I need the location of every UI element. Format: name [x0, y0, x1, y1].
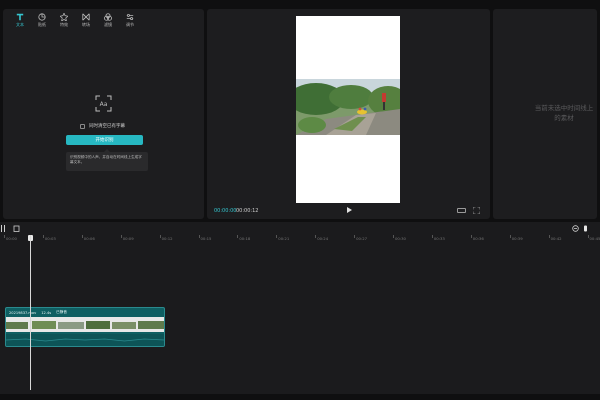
player-panel: 00:00:00 00:00:12	[207, 9, 490, 219]
ruler-tick	[237, 235, 239, 238]
ruler-tick-label: 00:03	[44, 236, 56, 241]
properties-panel: 当前未选中时间线上的素材	[493, 9, 597, 219]
transition-icon	[82, 13, 90, 20]
video-preview-image	[296, 79, 400, 135]
video-frame	[296, 79, 400, 135]
filter-icon	[104, 12, 112, 21]
tool-transition[interactable]: 转场	[75, 9, 97, 31]
split-icon[interactable]	[0, 225, 7, 232]
ruler-tick-label: 00:09	[122, 236, 134, 241]
sticker-icon	[38, 12, 46, 21]
media-toolbar: 文本 贴纸 特效 转场 滤镜 调节	[3, 9, 141, 31]
playhead[interactable]	[30, 235, 31, 390]
adjust-icon	[126, 13, 134, 20]
video-clip[interactable]: 20219837.mov 12.4s 已静音	[5, 307, 165, 347]
time-ruler[interactable]: 00:00 00:03 00:06 00:09 00:12 00:15 00:18 00:21…	[0, 235, 600, 245]
tool-effects[interactable]: 特效	[53, 9, 75, 31]
timeline: 00:00 00:03 00:06 00:09 00:12 00:15 00:18 00:21…	[0, 222, 600, 394]
aspect-ratio-button[interactable]	[457, 208, 466, 213]
ruler-tick-label: 00:33	[433, 236, 445, 241]
zoom-slider-handle[interactable]	[582, 225, 589, 232]
ruler-tick	[159, 235, 161, 238]
ruler-tick-label: 00:27	[356, 236, 368, 241]
tool-sticker[interactable]: 贴纸	[31, 9, 53, 31]
clip-duration: 12.4s	[41, 310, 52, 315]
start-recognition-button[interactable]: 开始识别	[66, 135, 143, 145]
ruler-tick-label: 00:39	[511, 236, 523, 241]
ruler-tick	[587, 235, 589, 238]
ruler-tick	[470, 235, 472, 238]
effects-icon	[60, 12, 68, 21]
ruler-tick-label: 00:30	[395, 236, 406, 241]
ruler-tick-label: 00:42	[550, 236, 562, 241]
text-icon	[16, 13, 24, 20]
ruler-tick	[431, 235, 433, 238]
ruler-tick	[509, 235, 511, 238]
no-selection-message: 当前未选中时间线上的素材	[534, 104, 594, 122]
clear-existing-captions-option[interactable]: 同时清空已有字幕	[80, 123, 125, 129]
ruler-tick	[120, 235, 122, 238]
clear-captions-checkbox[interactable]	[80, 123, 85, 129]
ruler-tick-label: 00:24	[317, 236, 329, 241]
ruler-tick	[354, 235, 356, 238]
ruler-tick-label: 00:45	[589, 236, 600, 241]
ruler-tick	[4, 235, 5, 238]
svg-text:Aa: Aa	[100, 101, 108, 108]
ruler-tick	[198, 235, 200, 238]
play-icon[interactable]	[345, 206, 353, 214]
ruler-tick	[81, 235, 83, 238]
ruler-tick-label: 00:15	[200, 236, 212, 241]
auto-caption-icon: Aa	[95, 95, 112, 112]
clip-mute-status: 已静音	[56, 310, 67, 314]
tool-text[interactable]: 文本	[9, 9, 31, 31]
ruler-tick-label: 00:06	[83, 236, 95, 241]
ruler-tick-label: 00:12	[161, 236, 173, 241]
ruler-tick-label: 00:36	[472, 236, 484, 241]
ruler-tick	[393, 235, 394, 238]
total-time: 00:00:12	[236, 208, 259, 214]
preview-canvas[interactable]	[296, 16, 400, 203]
clip-name: 20219837.mov	[9, 310, 37, 315]
delete-icon[interactable]	[13, 225, 20, 232]
left-panel: 文本 贴纸 特效 转场 滤镜 调节 Aa 同时清空已有字幕 开始识别 识别视频中…	[3, 9, 204, 219]
tool-adjust[interactable]: 调节	[119, 9, 141, 31]
fullscreen-icon[interactable]	[473, 207, 480, 214]
ruler-tick	[276, 235, 278, 238]
zoom-out-icon[interactable]	[572, 225, 579, 232]
ruler-tick-label: 00:00	[6, 236, 17, 241]
ruler-tick-label: 00:21	[278, 236, 290, 241]
current-time: 00:00:00	[214, 208, 237, 214]
tool-filter[interactable]: 滤镜	[97, 9, 119, 31]
ruler-tick-label: 00:18	[239, 236, 251, 241]
recognition-tip: 识别视频中的人声，并自动在时间线上生成字幕文本。	[66, 149, 148, 171]
ruler-tick	[42, 235, 44, 238]
timeline-toolbar	[0, 222, 600, 236]
ruler-tick	[315, 235, 317, 238]
ruler-tick	[548, 235, 550, 238]
